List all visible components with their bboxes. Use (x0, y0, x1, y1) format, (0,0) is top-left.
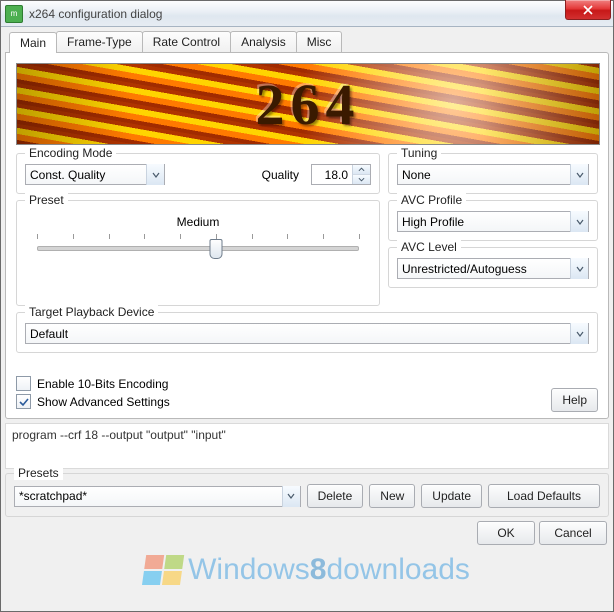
avc-level-select[interactable]: Unrestricted/Autoguess (397, 258, 589, 279)
preset-load-defaults-button[interactable]: Load Defaults (488, 484, 600, 508)
advanced-label: Show Advanced Settings (37, 395, 170, 409)
chevron-down-icon (146, 164, 164, 185)
chevron-down-icon (570, 258, 588, 279)
preset-name-value: *scratchpad* (19, 489, 280, 503)
window-root: m x264 configuration dialog Main Frame-T… (0, 0, 614, 612)
dialog-footer: OK Cancel (5, 519, 609, 545)
chevron-down-icon (570, 211, 588, 232)
watermark-prefix: Windows (188, 553, 310, 587)
encoding-mode-legend: Encoding Mode (25, 146, 116, 160)
group-presets: Presets *scratchpad* Delete New Update L… (5, 473, 609, 517)
preset-update-button[interactable]: Update (421, 484, 482, 508)
preset-track (37, 246, 359, 251)
playback-device-value: Default (30, 327, 568, 341)
tab-rate-control[interactable]: Rate Control (142, 31, 231, 52)
ten-bit-label: Enable 10-Bits Encoding (37, 377, 168, 391)
advanced-checkbox[interactable]: Show Advanced Settings (16, 394, 551, 409)
help-button[interactable]: Help (551, 388, 598, 412)
quality-spinner[interactable]: 18.0 (311, 164, 371, 185)
chevron-down-icon (570, 323, 588, 344)
group-avc-profile: AVC Profile High Profile (388, 200, 598, 241)
presets-legend: Presets (14, 466, 63, 480)
quality-label: Quality (262, 168, 299, 182)
avc-level-legend: AVC Level (397, 240, 461, 254)
tuning-select[interactable]: None (397, 164, 589, 185)
playback-legend: Target Playback Device (25, 305, 158, 319)
group-tuning: Tuning None (388, 153, 598, 194)
avc-level-value: Unrestricted/Autoguess (402, 262, 568, 276)
window-close-button[interactable] (565, 0, 611, 20)
checkbox-box (16, 376, 31, 391)
encoding-mode-value: Const. Quality (30, 168, 144, 182)
group-avc-level: AVC Level Unrestricted/Autoguess (388, 247, 598, 288)
preset-new-button[interactable]: New (369, 484, 415, 508)
encoding-mode-select[interactable]: Const. Quality (25, 164, 165, 185)
commandline-preview: program --crf 18 --output "output" "inpu… (5, 423, 609, 469)
preset-thumb[interactable] (209, 239, 222, 259)
tab-frame-type[interactable]: Frame-Type (56, 31, 143, 52)
watermark-bold: 8 (310, 553, 327, 587)
quality-step-down[interactable] (353, 175, 370, 184)
titlebar: m x264 configuration dialog (1, 1, 613, 27)
avc-profile-legend: AVC Profile (397, 193, 466, 207)
playback-device-select[interactable]: Default (25, 323, 589, 344)
tab-panel-main: 264 Encoding Mode Const. Quality Quality (5, 52, 609, 419)
group-preset: Preset Medium (16, 200, 380, 306)
watermark: Windows8downloads (144, 553, 470, 587)
tabstrip: Main Frame-Type Rate Control Analysis Mi… (5, 31, 609, 52)
windows-logo-icon (142, 555, 184, 585)
avc-profile-value: High Profile (402, 215, 568, 229)
group-encoding-mode: Encoding Mode Const. Quality Quality 18.… (16, 153, 380, 194)
cancel-button[interactable]: Cancel (539, 521, 607, 545)
banner-image: 264 (16, 63, 600, 145)
quality-value: 18.0 (312, 165, 352, 184)
tuning-legend: Tuning (397, 146, 441, 160)
tab-main[interactable]: Main (9, 32, 57, 53)
window-title: x264 configuration dialog (29, 7, 162, 21)
chevron-down-icon (282, 486, 300, 507)
ok-button[interactable]: OK (477, 521, 535, 545)
checkbox-box (16, 394, 31, 409)
ten-bit-checkbox[interactable]: Enable 10-Bits Encoding (16, 376, 551, 391)
preset-value-label: Medium (31, 215, 365, 229)
app-icon: m (5, 5, 23, 23)
client-area: Main Frame-Type Rate Control Analysis Mi… (1, 27, 613, 611)
preset-slider[interactable] (31, 233, 365, 259)
preset-name-select[interactable]: *scratchpad* (14, 486, 301, 507)
tab-analysis[interactable]: Analysis (230, 31, 297, 52)
preset-legend: Preset (25, 193, 68, 207)
quality-step-up[interactable] (353, 165, 370, 175)
chevron-down-icon (570, 164, 588, 185)
tuning-value: None (402, 168, 568, 182)
tab-misc[interactable]: Misc (296, 31, 343, 52)
preset-delete-button[interactable]: Delete (307, 484, 364, 508)
watermark-suffix: downloads (326, 553, 469, 587)
group-playback-device: Target Playback Device Default (16, 312, 598, 353)
avc-profile-select[interactable]: High Profile (397, 211, 589, 232)
close-icon (583, 5, 593, 15)
